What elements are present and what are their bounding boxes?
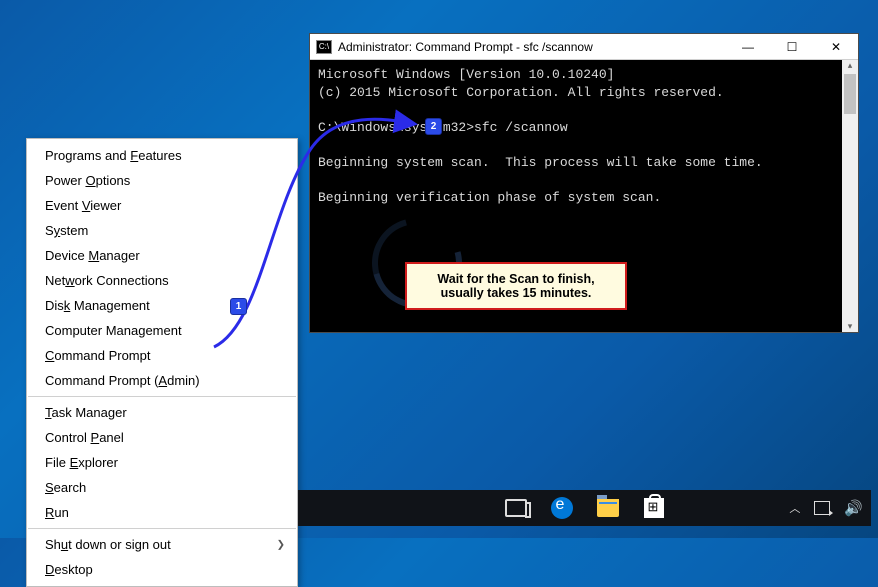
edge-icon[interactable] bbox=[551, 497, 573, 519]
close-button[interactable]: ✕ bbox=[814, 34, 858, 59]
menu-network-connections[interactable]: Network Connections bbox=[27, 268, 297, 293]
menu-power-options[interactable]: Power Options bbox=[27, 168, 297, 193]
step-badge-2: 2 bbox=[425, 118, 442, 135]
step-badge-1: 1 bbox=[230, 298, 247, 315]
menu-control-panel[interactable]: Control Panel bbox=[27, 425, 297, 450]
menu-desktop[interactable]: Desktop bbox=[27, 557, 297, 582]
menu-run[interactable]: Run bbox=[27, 500, 297, 525]
action-center-icon[interactable] bbox=[814, 501, 830, 515]
menu-separator bbox=[28, 396, 296, 397]
menu-task-manager[interactable]: Task Manager bbox=[27, 400, 297, 425]
chevron-right-icon: ❯ bbox=[277, 539, 285, 550]
callout-line: Wait for the Scan to finish, bbox=[417, 272, 615, 286]
store-icon[interactable] bbox=[643, 497, 665, 519]
file-explorer-icon[interactable] bbox=[597, 497, 619, 519]
callout-line: usually takes 15 minutes. bbox=[417, 286, 615, 300]
menu-command-prompt[interactable]: Command Prompt bbox=[27, 343, 297, 368]
menu-system[interactable]: System bbox=[27, 218, 297, 243]
tray-chevron-icon[interactable]: ︿ bbox=[789, 500, 800, 516]
menu-shutdown-signout[interactable]: Shut down or sign out❯ bbox=[27, 532, 297, 557]
menu-device-manager[interactable]: Device Manager bbox=[27, 243, 297, 268]
winx-context-menu: Programs and Features Power Options Even… bbox=[26, 138, 298, 587]
minimize-button[interactable]: — bbox=[726, 34, 770, 59]
menu-command-prompt-admin[interactable]: Command Prompt (Admin) bbox=[27, 368, 297, 393]
menu-event-viewer[interactable]: Event Viewer bbox=[27, 193, 297, 218]
maximize-button[interactable]: ☐ bbox=[770, 34, 814, 59]
taskview-icon[interactable] bbox=[505, 497, 527, 519]
menu-programs-features[interactable]: Programs and Features bbox=[27, 143, 297, 168]
cmd-icon: C:\ bbox=[316, 40, 332, 54]
window-title: Administrator: Command Prompt - sfc /sca… bbox=[338, 40, 593, 54]
scroll-thumb[interactable] bbox=[844, 74, 856, 114]
taskbar: ︿ 🔊 bbox=[298, 490, 871, 526]
titlebar[interactable]: C:\ Administrator: Command Prompt - sfc … bbox=[310, 34, 858, 60]
menu-disk-management[interactable]: Disk Management bbox=[27, 293, 297, 318]
scrollbar[interactable] bbox=[842, 60, 858, 332]
menu-computer-management[interactable]: Computer Management bbox=[27, 318, 297, 343]
volume-icon[interactable]: 🔊 bbox=[844, 499, 863, 517]
menu-search[interactable]: Search bbox=[27, 475, 297, 500]
menu-file-explorer[interactable]: File Explorer bbox=[27, 450, 297, 475]
instruction-callout: Wait for the Scan to finish, usually tak… bbox=[405, 262, 627, 310]
menu-separator bbox=[28, 528, 296, 529]
